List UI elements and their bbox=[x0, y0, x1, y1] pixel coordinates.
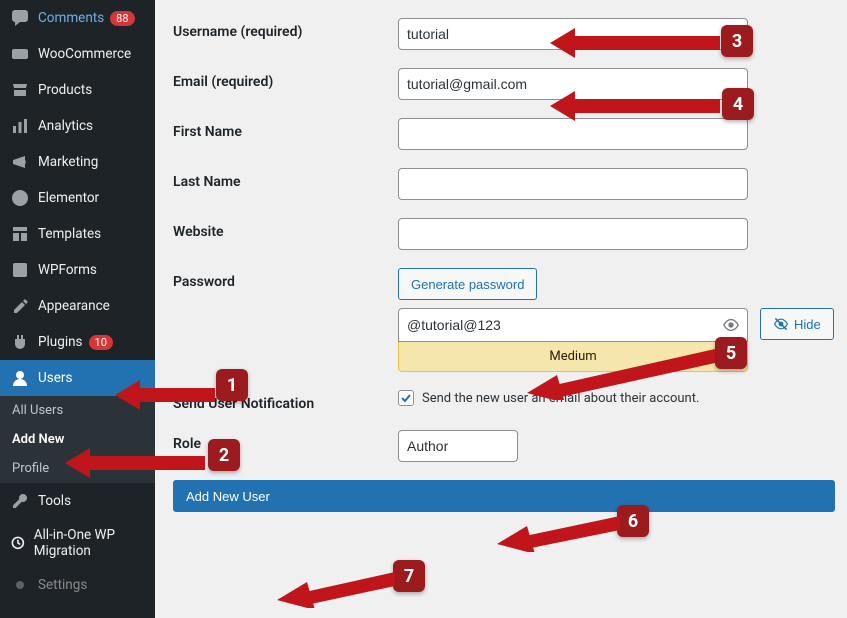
appearance-icon bbox=[10, 296, 30, 316]
sidebar-item-label: Comments bbox=[38, 10, 104, 26]
annotation-3: 3 bbox=[721, 25, 753, 57]
notification-text: Send the new user an email about their a… bbox=[422, 391, 699, 406]
hide-password-button[interactable]: Hide bbox=[760, 308, 834, 340]
first-name-input[interactable] bbox=[398, 118, 748, 150]
annotation-2: 2 bbox=[208, 439, 240, 471]
sidebar-item-label: Analytics bbox=[38, 118, 93, 134]
sidebar-item-products[interactable]: Products bbox=[0, 72, 155, 108]
website-label: Website bbox=[173, 218, 398, 240]
visibility-icon bbox=[722, 316, 740, 334]
annotation-4: 4 bbox=[722, 88, 754, 120]
sidebar-item-label: WPForms bbox=[38, 262, 97, 278]
tools-icon bbox=[10, 491, 30, 511]
password-input[interactable] bbox=[398, 308, 748, 342]
settings-icon bbox=[10, 575, 30, 595]
templates-icon bbox=[10, 224, 30, 244]
products-icon bbox=[10, 80, 30, 100]
sidebar-item-label: Marketing bbox=[38, 154, 98, 170]
plugins-badge: 10 bbox=[89, 335, 113, 350]
sidebar-item-label: Settings bbox=[38, 577, 87, 593]
last-name-input[interactable] bbox=[398, 168, 748, 200]
migration-icon bbox=[10, 533, 26, 553]
plugins-icon bbox=[10, 332, 30, 352]
first-name-label: First Name bbox=[173, 118, 398, 140]
username-label: Username (required) bbox=[173, 18, 398, 40]
sidebar-item-label: Users bbox=[38, 370, 72, 386]
sidebar-item-users[interactable]: Users bbox=[0, 360, 155, 396]
website-input[interactable] bbox=[398, 218, 748, 250]
marketing-icon bbox=[10, 152, 30, 172]
wpforms-icon bbox=[10, 260, 30, 280]
submenu-all-users[interactable]: All Users bbox=[0, 396, 155, 425]
notification-checkbox[interactable] bbox=[398, 390, 414, 406]
annotation-7: 7 bbox=[393, 560, 425, 592]
users-icon bbox=[10, 368, 30, 388]
annotation-6: 6 bbox=[617, 505, 649, 537]
annotation-5: 5 bbox=[715, 337, 747, 369]
sidebar-item-label: WooCommerce bbox=[38, 46, 131, 62]
elementor-icon bbox=[10, 188, 30, 208]
sidebar-item-label: Products bbox=[38, 82, 92, 98]
sidebar-item-label: Tools bbox=[38, 493, 71, 509]
sidebar-item-label: Elementor bbox=[38, 190, 99, 206]
sidebar-item-comments[interactable]: Comments 88 bbox=[0, 0, 155, 36]
add-new-user-button[interactable]: Add New User bbox=[173, 480, 835, 512]
generate-password-button[interactable]: Generate password bbox=[398, 268, 537, 300]
username-input[interactable] bbox=[398, 18, 748, 50]
password-strength: Medium bbox=[398, 342, 748, 372]
sidebar-item-migration[interactable]: All-in-One WP Migration bbox=[0, 519, 155, 567]
sidebar-item-settings[interactable]: Settings bbox=[0, 567, 155, 603]
sidebar-item-appearance[interactable]: Appearance bbox=[0, 288, 155, 324]
comments-icon bbox=[10, 8, 30, 28]
email-input[interactable] bbox=[398, 68, 748, 100]
email-label: Email (required) bbox=[173, 68, 398, 90]
sidebar-item-label: Plugins bbox=[38, 334, 83, 350]
sidebar-item-analytics[interactable]: Analytics bbox=[0, 108, 155, 144]
sidebar-item-templates[interactable]: Templates bbox=[0, 216, 155, 252]
admin-sidebar: Comments 88 WooCommerce Products Analyti… bbox=[0, 0, 155, 618]
sidebar-item-tools[interactable]: Tools bbox=[0, 483, 155, 519]
users-submenu: All Users Add New Profile bbox=[0, 396, 155, 483]
submenu-profile[interactable]: Profile bbox=[0, 454, 155, 483]
annotation-1: 1 bbox=[216, 369, 248, 401]
hide-label: Hide bbox=[794, 317, 821, 332]
notification-label: Send User Notification bbox=[173, 390, 398, 412]
sidebar-item-plugins[interactable]: Plugins 10 bbox=[0, 324, 155, 360]
last-name-label: Last Name bbox=[173, 168, 398, 190]
role-label: Role bbox=[173, 430, 398, 452]
sidebar-item-label: Appearance bbox=[38, 298, 110, 314]
comments-badge: 88 bbox=[110, 11, 134, 26]
analytics-icon bbox=[10, 116, 30, 136]
role-select[interactable] bbox=[398, 430, 518, 462]
sidebar-item-label: Templates bbox=[38, 226, 101, 242]
password-label: Password bbox=[173, 268, 398, 290]
eye-slash-icon bbox=[773, 316, 789, 332]
sidebar-item-wpforms[interactable]: WPForms bbox=[0, 252, 155, 288]
sidebar-item-marketing[interactable]: Marketing bbox=[0, 144, 155, 180]
sidebar-item-elementor[interactable]: Elementor bbox=[0, 180, 155, 216]
submenu-add-new[interactable]: Add New bbox=[0, 425, 155, 454]
woo-icon bbox=[10, 44, 30, 64]
sidebar-item-label: All-in-One WP Migration bbox=[34, 527, 145, 559]
sidebar-item-woocommerce[interactable]: WooCommerce bbox=[0, 36, 155, 72]
